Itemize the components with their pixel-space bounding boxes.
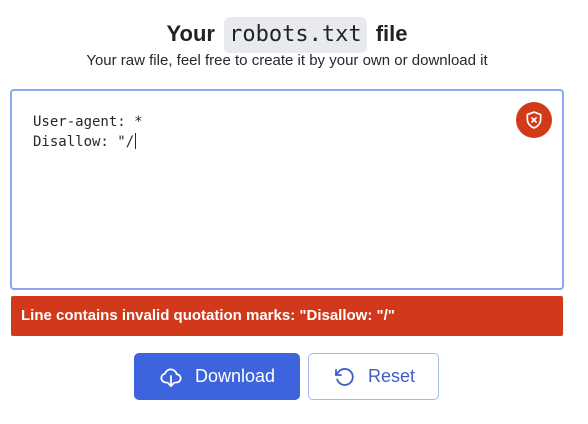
robots-editor-page: Your robots.txt file Your raw file, feel… [0, 0, 588, 424]
page-subtitle: Your raw file, feel free to create it by… [86, 52, 488, 69]
page-title: Your robots.txt file [0, 14, 574, 54]
text-caret [135, 133, 137, 149]
download-button[interactable]: Download [134, 353, 300, 400]
cloud-download-icon [159, 365, 183, 389]
shield-x-icon [516, 102, 552, 138]
editor-content[interactable]: User-agent: * Disallow: "/ [33, 112, 143, 152]
title-prefix: Your [166, 21, 215, 46]
rotate-ccw-icon [332, 365, 356, 389]
editor-text-value[interactable]: User-agent: * Disallow: "/ [33, 114, 143, 150]
reset-button[interactable]: Reset [308, 353, 439, 400]
robots-textarea[interactable]: User-agent: * Disallow: "/ [10, 89, 564, 290]
title-code-filename: robots.txt [224, 17, 367, 53]
title-suffix: file [375, 21, 408, 46]
error-message-banner: Line contains invalid quotation marks: "… [11, 296, 563, 336]
download-button-label: Download [194, 366, 276, 386]
reset-button-label: Reset [367, 366, 416, 386]
